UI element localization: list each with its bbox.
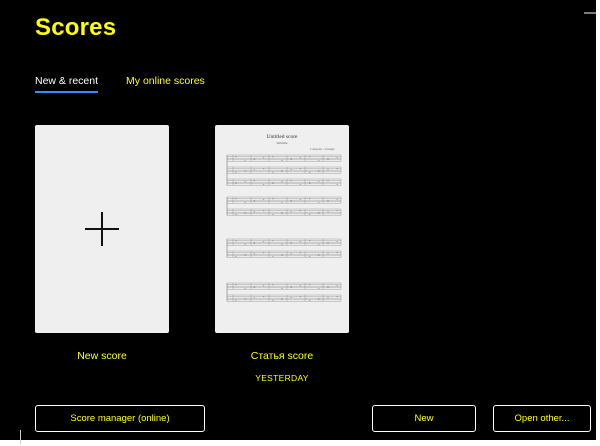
recent-score-card[interactable]: Untitled score Subtitle Composer / arran… bbox=[215, 125, 349, 333]
plus-icon bbox=[85, 212, 119, 246]
recent-score-date: YESTERDAY bbox=[255, 373, 309, 383]
window-corner-mark bbox=[584, 12, 596, 14]
text-cursor bbox=[20, 430, 21, 444]
start-center-window: Scores New & recent My online scores Unt… bbox=[0, 0, 600, 446]
open-other-button[interactable]: Open other... bbox=[493, 405, 591, 432]
new-score-label: New score bbox=[77, 350, 127, 362]
tab-new-recent[interactable]: New & recent bbox=[35, 75, 99, 93]
window-right-edge bbox=[596, 0, 600, 446]
tab-my-online-scores[interactable]: My online scores bbox=[126, 75, 205, 93]
new-button[interactable]: New bbox=[372, 405, 476, 432]
page-title: Scores bbox=[35, 14, 117, 41]
new-score-card[interactable] bbox=[35, 125, 169, 333]
score-tabs: New & recent My online scores bbox=[35, 75, 205, 93]
recent-score-label: Статья score bbox=[250, 350, 314, 362]
score-manager-button[interactable]: Score manager (online) bbox=[35, 405, 205, 432]
score-thumbnail-staves bbox=[226, 154, 342, 302]
window-bottom-edge bbox=[0, 440, 600, 446]
